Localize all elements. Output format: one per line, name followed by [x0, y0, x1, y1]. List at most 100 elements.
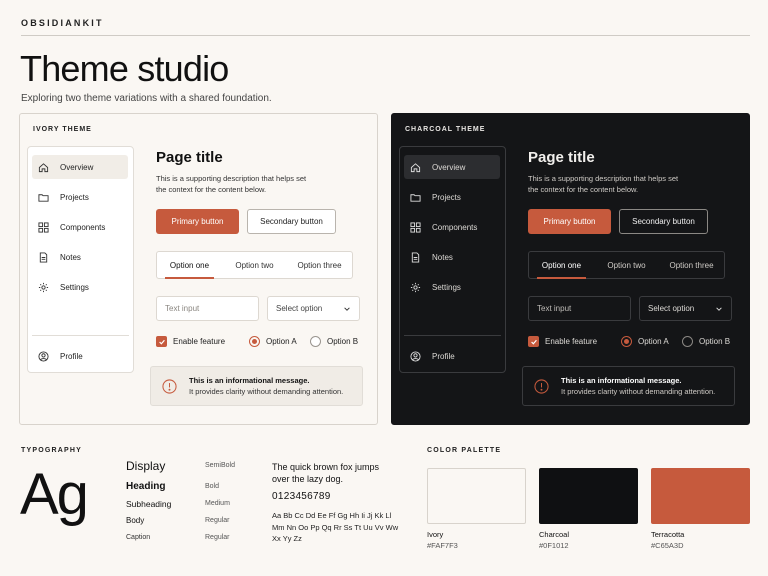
ivory-theme-panel: IVORY THEME Overview Projects Components…	[19, 113, 378, 425]
type-pangram: The quick brown fox jumps over the lazy …	[272, 462, 380, 484]
header-divider	[21, 35, 750, 36]
checkbox-checked[interactable]	[156, 336, 167, 347]
enable-feature-checkbox[interactable]: Enable feature	[528, 336, 597, 347]
secondary-button[interactable]: Secondary button	[619, 209, 708, 234]
info-alert: This is an informational message. It pro…	[150, 366, 363, 406]
radio-label: Option A	[266, 337, 297, 346]
sidebar-item-projects[interactable]: Projects	[32, 185, 128, 209]
sidebar-item-label: Profile	[60, 351, 83, 361]
alert-body: It provides clarity without demanding at…	[189, 387, 344, 396]
grid-icon	[38, 221, 49, 233]
sidebar-divider	[404, 335, 501, 336]
swatch-charcoal	[539, 468, 638, 524]
sidebar-item-label: Components	[432, 222, 478, 232]
type-digits: 0123456789	[272, 491, 331, 502]
radio-option-b[interactable]: Option B	[682, 336, 730, 347]
select-dropdown[interactable]: Select option	[639, 296, 732, 321]
radio-label: Option B	[327, 337, 359, 346]
sidebar-item-label: Notes	[432, 252, 453, 262]
radio-unselected[interactable]	[682, 336, 693, 347]
type-caption: Caption	[126, 534, 151, 541]
checkbox-checked[interactable]	[528, 336, 539, 347]
type-heading: Heading	[126, 481, 166, 492]
info-alert: This is an informational message. It pro…	[522, 366, 735, 406]
chevron-down-icon	[716, 306, 722, 311]
type-display: Display	[126, 459, 166, 473]
sidebar-item-label: Profile	[432, 351, 455, 361]
sidebar-item-notes[interactable]: Notes	[404, 245, 500, 269]
type-specimen: Ag	[20, 462, 89, 527]
tab-option-one[interactable]: Option one	[157, 252, 222, 279]
tab-option-three[interactable]: Option three	[287, 252, 352, 278]
swatch-hex: #0F1012	[539, 541, 569, 550]
sidebar-item-label: Settings	[60, 282, 89, 292]
tab-group: Option one Option two Option three	[528, 251, 725, 279]
radio-label: Option A	[638, 337, 669, 346]
sidebar-item-overview[interactable]: Overview	[404, 155, 500, 179]
type-weight-display: SemiBold	[205, 462, 235, 469]
document-icon	[410, 251, 421, 263]
sidebar-item-components[interactable]: Components	[32, 215, 128, 239]
typography-label: TYPOGRAPHY	[21, 447, 83, 454]
gear-icon	[410, 282, 421, 293]
text-input[interactable]: Text input	[156, 296, 259, 321]
content-title: Page title	[156, 149, 223, 166]
grid-icon	[410, 221, 421, 233]
text-input[interactable]: Text input	[528, 296, 631, 321]
radio-unselected[interactable]	[310, 336, 321, 347]
tab-option-two[interactable]: Option two	[222, 252, 287, 278]
page-title: Theme studio	[20, 48, 229, 89]
user-icon	[38, 350, 49, 362]
radio-option-b[interactable]: Option B	[310, 336, 358, 347]
checkbox-label: Enable feature	[545, 337, 598, 346]
sidebar-item-profile[interactable]: Profile	[32, 344, 128, 368]
sidebar-item-label: Overview	[60, 162, 94, 172]
tab-option-three[interactable]: Option three	[659, 252, 724, 278]
swatch-name: Charcoal	[539, 530, 570, 539]
radio-option-a[interactable]: Option A	[621, 336, 669, 347]
sidebar-item-settings[interactable]: Settings	[404, 275, 500, 299]
radio-selected[interactable]	[249, 336, 260, 347]
charcoal-theme-panel: CHARCOAL THEME Overview Projects Compone…	[391, 113, 750, 425]
user-icon	[410, 350, 421, 362]
secondary-button[interactable]: Secondary button	[247, 209, 336, 234]
sidebar: Overview Projects Components Notes Setti…	[27, 146, 134, 373]
primary-button[interactable]: Primary button	[156, 209, 239, 234]
sidebar-item-overview[interactable]: Overview	[32, 155, 128, 179]
type-subheading: Subheading	[126, 499, 172, 509]
tab-group: Option one Option two Option three	[156, 251, 353, 279]
primary-button[interactable]: Primary button	[528, 209, 611, 234]
sidebar-item-label: Overview	[432, 162, 466, 172]
tab-option-two[interactable]: Option two	[594, 252, 659, 278]
sidebar-item-notes[interactable]: Notes	[32, 245, 128, 269]
checkbox-label: Enable feature	[173, 337, 226, 346]
palette-label: COLOR PALETTE	[427, 447, 502, 454]
folder-icon	[38, 192, 49, 203]
select-value: Select option	[648, 304, 695, 313]
select-dropdown[interactable]: Select option	[267, 296, 360, 321]
tab-option-one[interactable]: Option one	[529, 252, 594, 279]
swatch-name: Terracotta	[651, 530, 685, 539]
type-weight-caption: Regular	[205, 534, 230, 541]
swatch-name: Ivory	[427, 530, 444, 539]
panel-label: IVORY THEME	[33, 126, 92, 133]
panel-label: CHARCOAL THEME	[405, 126, 486, 133]
page-subtitle: Exploring two theme variations with a sh…	[21, 93, 272, 104]
sidebar-item-components[interactable]: Components	[404, 215, 500, 239]
sidebar-item-label: Settings	[432, 282, 461, 292]
sidebar-item-settings[interactable]: Settings	[32, 275, 128, 299]
sidebar-item-projects[interactable]: Projects	[404, 185, 500, 209]
document-icon	[38, 251, 49, 263]
info-icon	[162, 378, 177, 394]
radio-selected[interactable]	[621, 336, 632, 347]
type-body: Body	[126, 516, 145, 525]
type-weight-heading: Bold	[205, 483, 220, 490]
brand-name: OBSIDIANKIT	[21, 18, 104, 28]
type-weight-body: Regular	[205, 517, 230, 524]
info-icon	[534, 378, 549, 394]
radio-option-a[interactable]: Option A	[249, 336, 297, 347]
swatch-hex: #C65A3D	[651, 541, 684, 550]
type-weight-subheading: Medium	[205, 500, 230, 507]
sidebar-item-profile[interactable]: Profile	[404, 344, 500, 368]
enable-feature-checkbox[interactable]: Enable feature	[156, 336, 225, 347]
